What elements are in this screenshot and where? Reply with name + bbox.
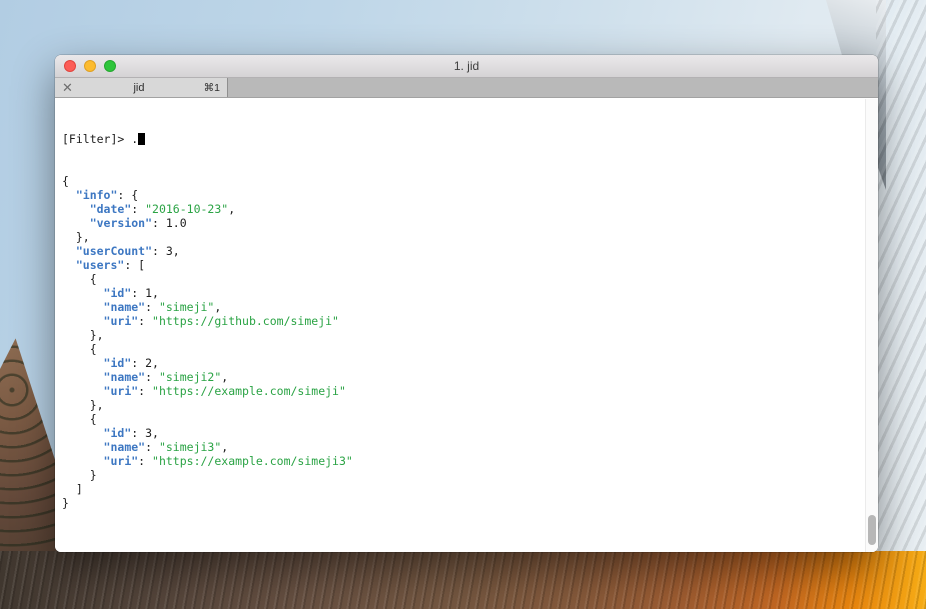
filter-input-line[interactable]: [Filter]> . (62, 132, 864, 146)
terminal-json-line: "uri": "https://example.com/simeji3" (103, 454, 353, 468)
scrollbar-thumb[interactable] (868, 515, 876, 545)
wallpaper-foothill-bottom (0, 551, 926, 609)
filter-value: . (131, 132, 139, 146)
terminal-json-line: ] (62, 482, 83, 496)
terminal-json-line: "id": 3, (103, 426, 159, 440)
traffic-lights (64, 55, 116, 77)
scrollbar-track[interactable] (865, 99, 878, 552)
terminal-json-line: }, (62, 398, 104, 412)
terminal-json-line: "id": 2, (103, 356, 159, 370)
tab-title: jid (133, 81, 145, 94)
terminal-json-line: "userCount": 3, (75, 244, 180, 258)
close-button[interactable] (64, 60, 76, 72)
terminal-json-line: { (62, 412, 97, 426)
window-titlebar[interactable]: 1. jid (55, 55, 878, 78)
tab-close-icon[interactable]: ✕ (62, 81, 84, 94)
minimize-button[interactable] (84, 60, 96, 72)
terminal-json-line: "name": "simeji2", (103, 370, 229, 384)
terminal-json-line: } (62, 496, 69, 510)
terminal-json-line: "users": [ (75, 258, 146, 272)
terminal-json-line: "id": 1, (103, 286, 159, 300)
terminal-json-line: "date": "2016-10-23", (89, 202, 236, 216)
terminal-content: [Filter]> . { "info": { "date": "2016-10… (55, 99, 878, 552)
terminal-json-line: { (62, 342, 97, 356)
terminal-json-line: "uri": "https://github.com/simeji" (103, 314, 339, 328)
terminal-json-line: { (62, 272, 97, 286)
wallpaper-mountain-right (876, 0, 926, 609)
terminal-window: 1. jid ✕ jid ⌘1 [Filter]> . { "info": { … (55, 55, 878, 552)
terminal-json-line: { (62, 174, 69, 188)
terminal-json-line: } (62, 468, 97, 482)
terminal-json-line: }, (62, 328, 104, 342)
terminal-json-line: "info": { (75, 188, 139, 202)
terminal-json-line: }, (62, 230, 90, 244)
terminal-json-line: "version": 1.0 (89, 216, 187, 230)
text-cursor (138, 133, 146, 145)
tab-jid[interactable]: ✕ jid ⌘1 (55, 78, 228, 97)
terminal-json: { "info": { "date": "2016-10-23", "versi… (62, 174, 864, 510)
window-title: 1. jid (453, 59, 480, 73)
terminal-json-line: "name": "simeji3", (103, 440, 229, 454)
tab-shortcut-badge: ⌘1 (203, 81, 220, 94)
zoom-button[interactable] (104, 60, 116, 72)
tab-bar: ✕ jid ⌘1 (55, 78, 878, 98)
filter-prompt: [Filter]> (62, 132, 132, 146)
terminal-json-line: "uri": "https://example.com/simeji" (103, 384, 346, 398)
terminal-json-line: "name": "simeji", (103, 300, 222, 314)
